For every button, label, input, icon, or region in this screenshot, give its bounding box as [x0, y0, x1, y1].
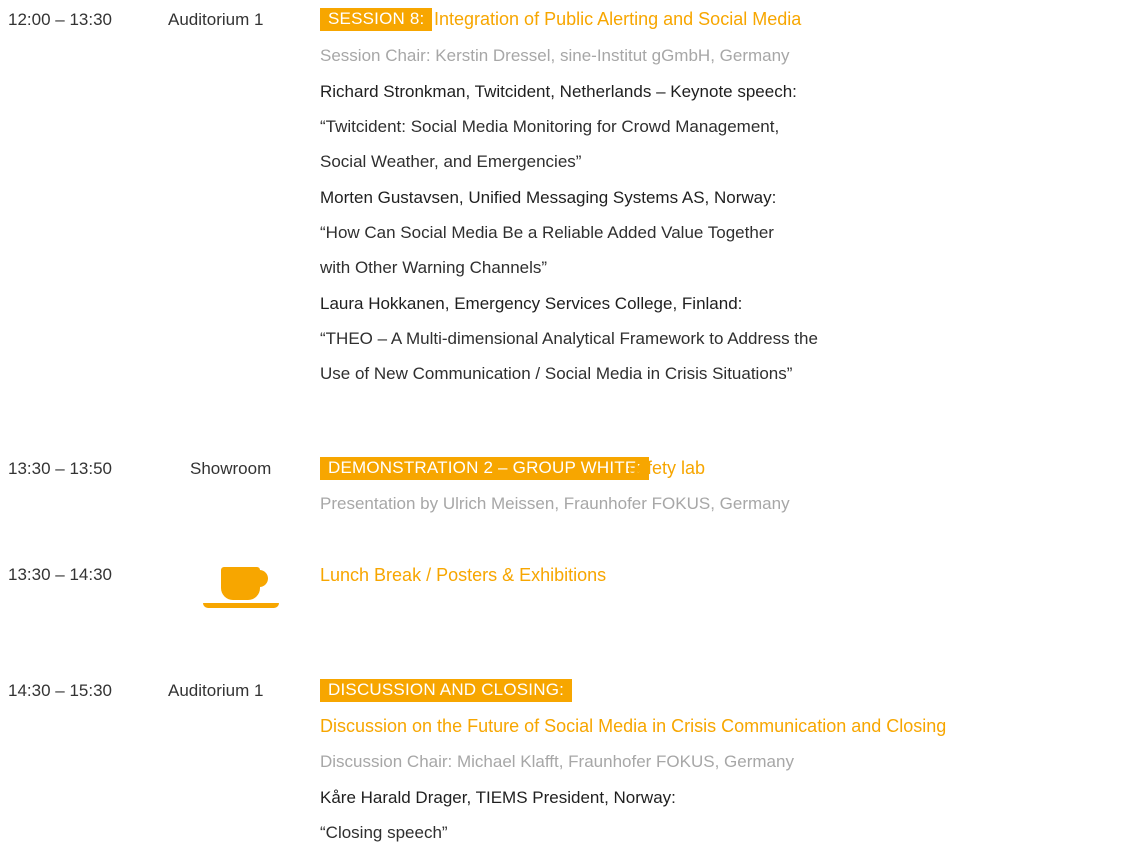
talk2-title-line2: with Other Warning Channels” [320, 258, 548, 277]
session8-chair: Session Chair: Kerstin Dressel, sine-Ins… [320, 46, 790, 65]
closing-time: 14:30 – 15:30 [8, 681, 112, 700]
talk2-title-line1: “How Can Social Media Be a Reliable Adde… [320, 223, 774, 242]
demo-title: safety lab [628, 458, 706, 478]
session8-location: Auditorium 1 [168, 10, 264, 29]
talk2-speaker: Morten Gustavsen, Unified Messaging Syst… [320, 188, 777, 207]
closing-location: Auditorium 1 [168, 681, 264, 700]
closing-title: Discussion on the Future of Social Media… [320, 716, 947, 736]
demo-location: Showroom [190, 459, 272, 478]
lunch-title: Lunch Break / Posters & Exhibitions [320, 565, 607, 585]
talk3-title-line2: Use of New Communication / Social Media … [320, 364, 793, 383]
lunch-time: 13:30 – 14:30 [8, 565, 112, 584]
demo-time: 13:30 – 13:50 [8, 459, 112, 478]
talk1-title-line2: Social Weather, and Emergencies” [320, 152, 582, 171]
demo-badge: DEMONSTRATION 2 – GROUP WHITE: [320, 457, 650, 480]
closing-chair: Discussion Chair: Michael Klafft, Fraunh… [320, 752, 794, 771]
closing-talk: “Closing speech” [320, 823, 448, 842]
session8-time: 12:00 – 13:30 [8, 10, 112, 29]
demo-presenter: Presentation by Ulrich Meissen, Fraunhof… [320, 494, 790, 513]
session8-badge: SESSION 8: [320, 8, 433, 31]
talk3-speaker: Laura Hokkanen, Emergency Services Colle… [320, 294, 743, 313]
closing-speaker: Kåre Harald Drager, TIEMS President, Nor… [320, 788, 676, 807]
talk3-title-line1: “THEO – A Multi-dimensional Analytical F… [320, 329, 818, 348]
talk1-title-line1: “Twitcident: Social Media Monitoring for… [320, 117, 780, 136]
closing-badge: DISCUSSION AND CLOSING: [320, 679, 573, 702]
talk1-speaker: Richard Stronkman, Twitcident, Netherlan… [320, 82, 797, 101]
session8-title: Integration of Public Alerting and Socia… [434, 9, 802, 29]
